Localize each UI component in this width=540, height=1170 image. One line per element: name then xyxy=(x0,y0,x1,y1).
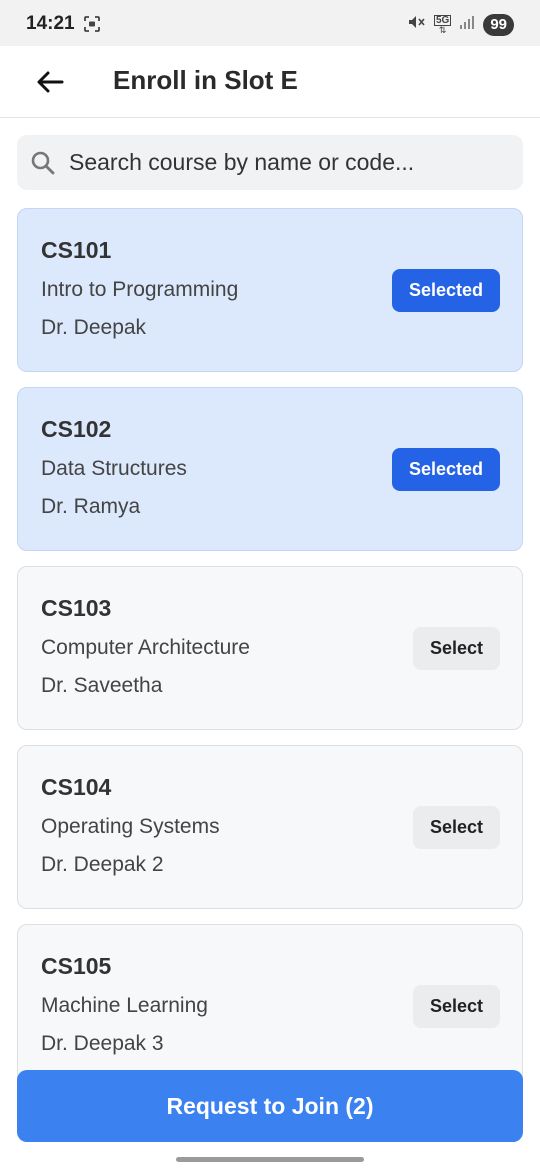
select-button[interactable]: Select xyxy=(413,806,500,849)
select-button[interactable]: Select xyxy=(413,627,500,670)
request-to-join-button[interactable]: Request to Join (2) xyxy=(17,1070,523,1142)
course-card-cs103[interactable]: CS103 Computer Architecture Dr. Saveetha… xyxy=(17,566,523,730)
course-code: CS104 xyxy=(41,774,112,800)
home-indicator[interactable] xyxy=(176,1157,364,1162)
battery-indicator: 99 xyxy=(483,13,514,36)
course-instructor: Dr. Saveetha xyxy=(41,674,163,697)
network-label: 5G xyxy=(433,14,452,26)
course-code: CS105 xyxy=(41,953,112,979)
course-instructor: Dr. Ramya xyxy=(41,495,141,518)
status-bar: 14:21 5G ⇅ 99 xyxy=(0,0,540,46)
course-list: CS101 Intro to Programming Dr. Deepak Se… xyxy=(17,208,523,1103)
back-button[interactable] xyxy=(30,65,70,99)
selected-button[interactable]: Selected xyxy=(392,269,500,312)
network-5g-icon: 5G ⇅ xyxy=(433,14,452,35)
course-card-cs104[interactable]: CS104 Operating Systems Dr. Deepak 2 Sel… xyxy=(17,745,523,909)
signal-icon xyxy=(459,14,475,35)
page-title: Enroll in Slot E xyxy=(113,65,298,95)
status-time: 14:21 xyxy=(26,13,75,34)
course-instructor: Dr. Deepak 3 xyxy=(41,1032,164,1055)
course-name: Machine Learning xyxy=(41,994,208,1017)
course-instructor: Dr. Deepak xyxy=(41,316,147,339)
course-card-cs105[interactable]: CS105 Machine Learning Dr. Deepak 3 Sele… xyxy=(17,924,523,1088)
course-code: CS103 xyxy=(41,595,112,621)
course-name: Computer Architecture xyxy=(41,636,250,659)
search-icon xyxy=(30,150,56,181)
status-icons: 5G ⇅ 99 xyxy=(406,12,514,37)
course-name: Operating Systems xyxy=(41,815,220,838)
course-name: Data Structures xyxy=(41,457,187,480)
course-name: Intro to Programming xyxy=(41,278,239,301)
course-code: CS101 xyxy=(41,237,112,263)
mute-icon xyxy=(406,12,426,37)
course-card-cs101[interactable]: CS101 Intro to Programming Dr. Deepak Se… xyxy=(17,208,523,372)
arrow-left-icon xyxy=(37,71,64,93)
select-button[interactable]: Select xyxy=(413,985,500,1028)
search-bar[interactable] xyxy=(17,135,523,190)
selected-button[interactable]: Selected xyxy=(392,448,500,491)
course-card-cs102[interactable]: CS102 Data Structures Dr. Ramya Selected xyxy=(17,387,523,551)
course-instructor: Dr. Deepak 2 xyxy=(41,853,164,876)
search-input[interactable] xyxy=(69,135,509,190)
app-bar: Enroll in Slot E xyxy=(0,46,540,118)
screenshot-icon xyxy=(83,15,101,38)
course-code: CS102 xyxy=(41,416,112,442)
